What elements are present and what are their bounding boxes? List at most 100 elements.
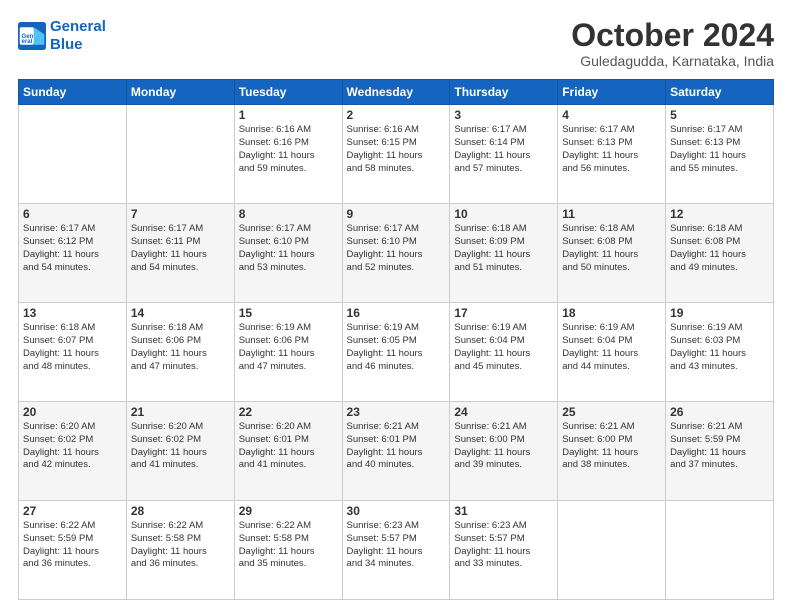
calendar-cell: [19, 105, 127, 204]
calendar-cell: 27Sunrise: 6:22 AMSunset: 5:59 PMDayligh…: [19, 501, 127, 600]
day-number: 25: [562, 405, 661, 419]
day-content: Sunrise: 6:17 AMSunset: 6:13 PMDaylight:…: [670, 124, 769, 175]
calendar-week-1: 6 Sunrise: 6:17 AMSunset: 6:12 PMDaylight…: [19, 204, 774, 303]
day-content: Sunrise: 6:22 AMSunset: 5:58 PMDaylight:…: [239, 520, 338, 571]
day-content: Sunrise: 6:22 AMSunset: 5:58 PMDaylight:…: [131, 520, 230, 571]
day-content: Sunrise: 6:19 AMSunset: 6:04 PMDaylight:…: [454, 322, 553, 373]
header-friday: Friday: [558, 80, 666, 105]
calendar-cell: [666, 501, 774, 600]
day-number: 20: [23, 405, 122, 419]
day-number: 12: [670, 207, 769, 221]
day-content: Sunrise: 6:18 AMSunset: 6:08 PMDaylight:…: [670, 223, 769, 274]
day-content: Sunrise: 6:21 AMSunset: 6:00 PMDaylight:…: [454, 421, 553, 472]
calendar-cell: 31 Sunrise: 6:23 AMSunset: 5:57 PMDayligh…: [450, 501, 558, 600]
day-number: 4: [562, 108, 661, 122]
calendar-cell: 23 Sunrise: 6:21 AMSunset: 6:01 PMDayligh…: [342, 402, 450, 501]
day-number: 10: [454, 207, 553, 221]
header-tuesday: Tuesday: [234, 80, 342, 105]
calendar-week-3: 20 Sunrise: 6:20 AMSunset: 6:02 PMDayligh…: [19, 402, 774, 501]
day-number: 11: [562, 207, 661, 221]
calendar-header-row: Sunday Monday Tuesday Wednesday Thursday…: [19, 80, 774, 105]
day-content: Sunrise: 6:17 AMSunset: 6:12 PMDaylight:…: [23, 223, 122, 274]
day-number: 17: [454, 306, 553, 320]
calendar-cell: 28 Sunrise: 6:22 AMSunset: 5:58 PMDayligh…: [126, 501, 234, 600]
day-content: Sunrise: 6:16 AMSunset: 6:15 PMDaylight:…: [347, 124, 446, 175]
day-number: 19: [670, 306, 769, 320]
day-content: Sunrise: 6:18 AMSunset: 6:07 PMDaylight:…: [23, 322, 122, 373]
header-wednesday: Wednesday: [342, 80, 450, 105]
calendar-cell: 18 Sunrise: 6:19 AMSunset: 6:04 PMDayligh…: [558, 303, 666, 402]
day-number: 1: [239, 108, 338, 122]
calendar-title: October 2024: [571, 18, 774, 53]
calendar-cell: 2 Sunrise: 6:16 AMSunset: 6:15 PMDaylight…: [342, 105, 450, 204]
svg-text:eral: eral: [22, 38, 33, 45]
day-content: Sunrise: 6:17 AMSunset: 6:13 PMDaylight:…: [562, 124, 661, 175]
day-content: Sunrise: 6:17 AMSunset: 6:10 PMDaylight:…: [239, 223, 338, 274]
calendar-cell: [126, 105, 234, 204]
calendar-cell: 9 Sunrise: 6:17 AMSunset: 6:10 PMDaylight…: [342, 204, 450, 303]
calendar-cell: 8Sunrise: 6:17 AMSunset: 6:10 PMDaylight…: [234, 204, 342, 303]
day-number: 24: [454, 405, 553, 419]
calendar-cell: 26 Sunrise: 6:21 AMSunset: 5:59 PMDayligh…: [666, 402, 774, 501]
calendar-week-4: 27Sunrise: 6:22 AMSunset: 5:59 PMDayligh…: [19, 501, 774, 600]
calendar-cell: [558, 501, 666, 600]
day-number: 16: [347, 306, 446, 320]
day-content: Sunrise: 6:21 AMSunset: 6:00 PMDaylight:…: [562, 421, 661, 472]
calendar-cell: 12 Sunrise: 6:18 AMSunset: 6:08 PMDayligh…: [666, 204, 774, 303]
day-number: 6: [23, 207, 122, 221]
day-content: Sunrise: 6:17 AMSunset: 6:11 PMDaylight:…: [131, 223, 230, 274]
day-number: 22: [239, 405, 338, 419]
header-saturday: Saturday: [666, 80, 774, 105]
day-content: Sunrise: 6:19 AMSunset: 6:04 PMDaylight:…: [562, 322, 661, 373]
calendar-cell: 17 Sunrise: 6:19 AMSunset: 6:04 PMDayligh…: [450, 303, 558, 402]
calendar-cell: 4 Sunrise: 6:17 AMSunset: 6:13 PMDaylight…: [558, 105, 666, 204]
day-content: Sunrise: 6:20 AMSunset: 6:01 PMDaylight:…: [239, 421, 338, 472]
logo-icon: Gen eral: [18, 22, 46, 50]
day-number: 28: [131, 504, 230, 518]
calendar-cell: 19Sunrise: 6:19 AMSunset: 6:03 PMDayligh…: [666, 303, 774, 402]
day-number: 14: [131, 306, 230, 320]
day-number: 31: [454, 504, 553, 518]
title-section: October 2024 Guledagudda, Karnataka, Ind…: [571, 18, 774, 69]
day-number: 3: [454, 108, 553, 122]
day-content: Sunrise: 6:21 AMSunset: 6:01 PMDaylight:…: [347, 421, 446, 472]
day-content: Sunrise: 6:17 AMSunset: 6:10 PMDaylight:…: [347, 223, 446, 274]
day-content: Sunrise: 6:23 AMSunset: 5:57 PMDaylight:…: [347, 520, 446, 571]
calendar-cell: 29Sunrise: 6:22 AMSunset: 5:58 PMDayligh…: [234, 501, 342, 600]
calendar-cell: 16Sunrise: 6:19 AMSunset: 6:05 PMDayligh…: [342, 303, 450, 402]
day-content: Sunrise: 6:17 AMSunset: 6:14 PMDaylight:…: [454, 124, 553, 175]
day-number: 30: [347, 504, 446, 518]
day-number: 5: [670, 108, 769, 122]
header: Gen eral General Blue October 2024 Guled…: [18, 18, 774, 69]
day-content: Sunrise: 6:19 AMSunset: 6:06 PMDaylight:…: [239, 322, 338, 373]
calendar-cell: 5 Sunrise: 6:17 AMSunset: 6:13 PMDaylight…: [666, 105, 774, 204]
calendar-cell: 22 Sunrise: 6:20 AMSunset: 6:01 PMDayligh…: [234, 402, 342, 501]
day-content: Sunrise: 6:21 AMSunset: 5:59 PMDaylight:…: [670, 421, 769, 472]
day-content: Sunrise: 6:20 AMSunset: 6:02 PMDaylight:…: [131, 421, 230, 472]
day-content: Sunrise: 6:23 AMSunset: 5:57 PMDaylight:…: [454, 520, 553, 571]
calendar-cell: 11 Sunrise: 6:18 AMSunset: 6:08 PMDayligh…: [558, 204, 666, 303]
day-number: 21: [131, 405, 230, 419]
day-content: Sunrise: 6:16 AMSunset: 6:16 PMDaylight:…: [239, 124, 338, 175]
day-number: 18: [562, 306, 661, 320]
day-number: 13: [23, 306, 122, 320]
calendar-cell: 25 Sunrise: 6:21 AMSunset: 6:00 PMDayligh…: [558, 402, 666, 501]
calendar-week-2: 13 Sunrise: 6:18 AMSunset: 6:07 PMDayligh…: [19, 303, 774, 402]
day-number: 9: [347, 207, 446, 221]
logo-text: General Blue: [50, 18, 106, 54]
page: Gen eral General Blue October 2024 Guled…: [0, 0, 792, 612]
calendar-cell: 3 Sunrise: 6:17 AMSunset: 6:14 PMDaylight…: [450, 105, 558, 204]
calendar-cell: 20Sunrise: 6:20 AMSunset: 6:02 PMDayligh…: [19, 402, 127, 501]
day-content: Sunrise: 6:18 AMSunset: 6:08 PMDaylight:…: [562, 223, 661, 274]
day-content: Sunrise: 6:18 AMSunset: 6:09 PMDaylight:…: [454, 223, 553, 274]
calendar-table: Sunday Monday Tuesday Wednesday Thursday…: [18, 79, 774, 600]
header-sunday: Sunday: [19, 80, 127, 105]
day-number: 23: [347, 405, 446, 419]
day-number: 2: [347, 108, 446, 122]
calendar-cell: 30 Sunrise: 6:23 AMSunset: 5:57 PMDayligh…: [342, 501, 450, 600]
calendar-cell: 13 Sunrise: 6:18 AMSunset: 6:07 PMDayligh…: [19, 303, 127, 402]
calendar-cell: 14Sunrise: 6:18 AMSunset: 6:06 PMDayligh…: [126, 303, 234, 402]
day-number: 27: [23, 504, 122, 518]
day-number: 26: [670, 405, 769, 419]
calendar-cell: 7Sunrise: 6:17 AMSunset: 6:11 PMDaylight…: [126, 204, 234, 303]
